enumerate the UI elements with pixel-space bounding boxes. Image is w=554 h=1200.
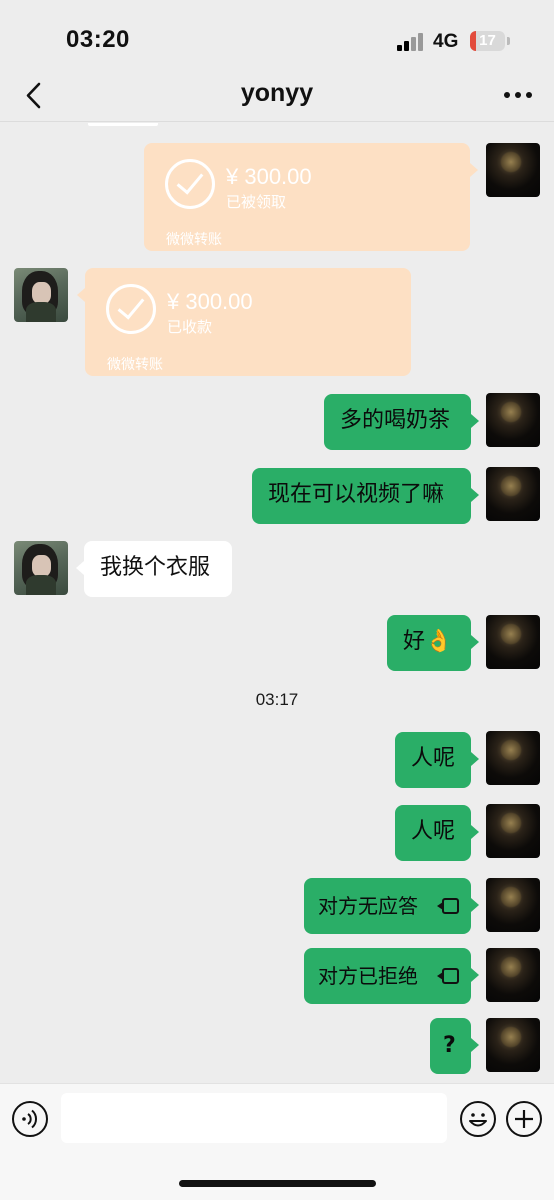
check-circle-icon	[165, 159, 215, 209]
battery-icon: 17	[470, 31, 505, 51]
check-circle-icon	[106, 284, 156, 334]
transfer-amount: ¥ 300.00	[226, 164, 312, 189]
emoji-icon[interactable]	[460, 1101, 496, 1137]
home-indicator[interactable]	[179, 1180, 376, 1187]
transfer-card[interactable]: ¥ 300.00 已被领取 微微转账	[144, 143, 470, 251]
message-input[interactable]	[61, 1093, 447, 1143]
call-status-text: 对方已拒绝	[318, 964, 418, 988]
bubble-tail	[471, 825, 479, 839]
transfer-status: 已被领取	[226, 193, 287, 211]
avatar-self[interactable]	[486, 143, 540, 197]
avatar-self[interactable]	[486, 615, 540, 669]
bubble-tail	[471, 752, 479, 766]
battery-nub	[507, 37, 510, 45]
status-time: 03:20	[66, 26, 130, 53]
transfer-label: 微微转账	[166, 232, 222, 248]
message-text: 多的喝奶茶	[340, 408, 451, 433]
message-text: 我换个衣服	[100, 555, 211, 580]
message-text: ?	[443, 1033, 456, 1058]
plus-icon[interactable]	[506, 1101, 542, 1137]
message-bubble[interactable]: 好👌	[387, 615, 471, 671]
avatar-self[interactable]	[486, 1018, 540, 1072]
avatar-self[interactable]	[486, 804, 540, 858]
avatar-self[interactable]	[486, 393, 540, 447]
message-bubble[interactable]: 现在可以视频了嘛	[252, 468, 471, 524]
chat-area[interactable]: ¥ 300.00 已被领取 微微转账 ¥ 300.00 已收款 微微转账 多的喝…	[0, 123, 554, 1083]
message-bubble[interactable]: 人呢	[395, 732, 471, 788]
message-text: 好👌	[403, 629, 453, 654]
bubble-tail	[471, 898, 479, 912]
video-camera-icon	[437, 898, 459, 914]
bubble-tail	[470, 163, 478, 177]
bubble-tail	[471, 968, 479, 982]
transfer-status: 已收款	[167, 318, 213, 336]
message-bubble[interactable]: 我换个衣服	[84, 541, 232, 597]
bubble-tail	[471, 414, 479, 428]
chat-title: yonyy	[240, 79, 314, 107]
call-status-text: 对方无应答	[318, 894, 418, 918]
bubble-tail	[471, 488, 479, 502]
video-call-bubble[interactable]: 对方无应答	[304, 878, 471, 934]
message-text: 人呢	[411, 819, 456, 844]
avatar-self[interactable]	[486, 731, 540, 785]
bubble-tail	[471, 635, 479, 649]
signal-icon	[397, 33, 425, 51]
bubble-tail	[76, 561, 84, 575]
status-bar: 03:20 4G 17	[0, 0, 554, 70]
battery-level: 17	[479, 32, 496, 49]
video-camera-icon	[437, 968, 459, 984]
video-call-bubble[interactable]: 对方已拒绝	[304, 948, 471, 1004]
message-text: 人呢	[411, 746, 456, 771]
previous-bubble-edge	[88, 123, 158, 126]
bubble-tail	[77, 288, 85, 302]
avatar-other[interactable]	[14, 268, 68, 322]
transfer-label: 微微转账	[107, 357, 163, 373]
avatar-other[interactable]	[14, 541, 68, 595]
avatar-self[interactable]	[486, 948, 540, 1002]
transfer-card[interactable]: ¥ 300.00 已收款 微微转账	[85, 268, 411, 376]
avatar-self[interactable]	[486, 467, 540, 521]
message-bubble[interactable]: 多的喝奶茶	[324, 394, 471, 450]
voice-icon[interactable]	[12, 1101, 48, 1137]
more-dots-icon[interactable]	[498, 80, 538, 110]
network-type: 4G	[433, 31, 459, 52]
message-text: 现在可以视频了嘛	[268, 482, 445, 507]
message-bubble[interactable]: 人呢	[395, 805, 471, 861]
avatar-self[interactable]	[486, 878, 540, 932]
bubble-tail	[471, 1038, 479, 1052]
nav-bar: yonyy	[0, 70, 554, 122]
transfer-amount: ¥ 300.00	[167, 289, 253, 314]
time-separator: 03:17	[255, 690, 299, 709]
message-bubble[interactable]: ?	[430, 1018, 471, 1074]
